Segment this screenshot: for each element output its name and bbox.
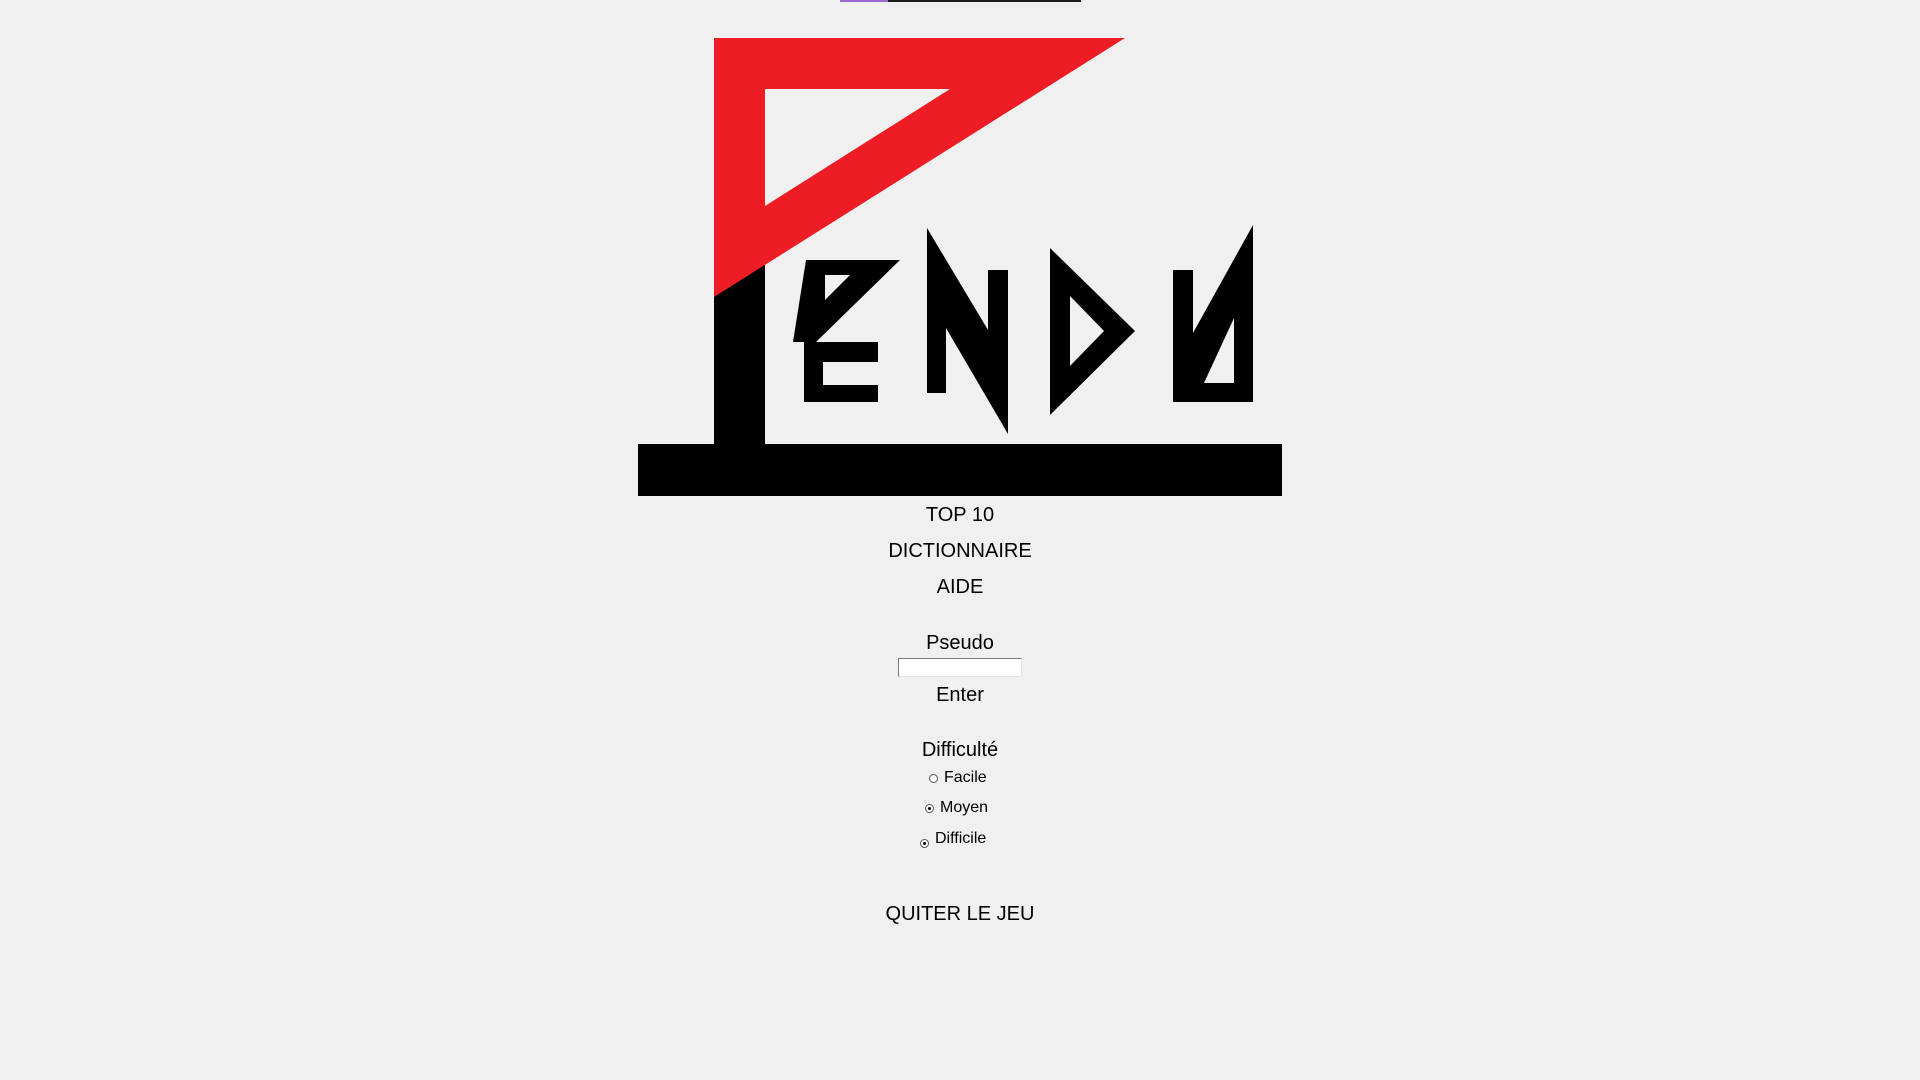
pseudo-input[interactable] [898, 658, 1022, 677]
letter-n [927, 228, 1008, 434]
gallows-base [638, 444, 1282, 496]
pseudo-label: Pseudo [926, 632, 994, 654]
radio-label-moyen: Moyen [940, 799, 989, 816]
difficulty-label: Difficulté [921, 739, 999, 761]
difficulty-option-difficile[interactable]: Difficile [920, 829, 986, 848]
radio-label-facile: Facile [944, 769, 987, 786]
quit-button[interactable]: QUITER LE JEU [0, 903, 1920, 926]
letter-d [1050, 248, 1135, 415]
radio-label-difficile: Difficile [935, 829, 987, 847]
top-edge-accent [840, 0, 888, 2]
letter-e [793, 260, 900, 402]
dictionnaire-button[interactable]: DICTIONNAIRE [0, 540, 1920, 563]
difficulty-option-facile[interactable]: Facile [929, 769, 987, 787]
aide-button[interactable]: AIDE [0, 576, 1920, 599]
difficulty-option-moyen[interactable]: Moyen [925, 799, 988, 817]
enter-button[interactable]: Enter [0, 684, 1920, 707]
game-main-menu: TOP 10 DICTIONNAIRE AIDE Pseudo Enter Di… [0, 0, 1920, 1080]
top10-button[interactable]: TOP 10 [0, 504, 1920, 527]
pendu-logo [638, 38, 1282, 496]
radio-difficile[interactable] [920, 839, 929, 848]
letter-u [1173, 225, 1253, 402]
radio-facile[interactable] [929, 773, 938, 783]
radio-moyen[interactable] [925, 803, 934, 813]
gallows-flag [714, 38, 1125, 297]
